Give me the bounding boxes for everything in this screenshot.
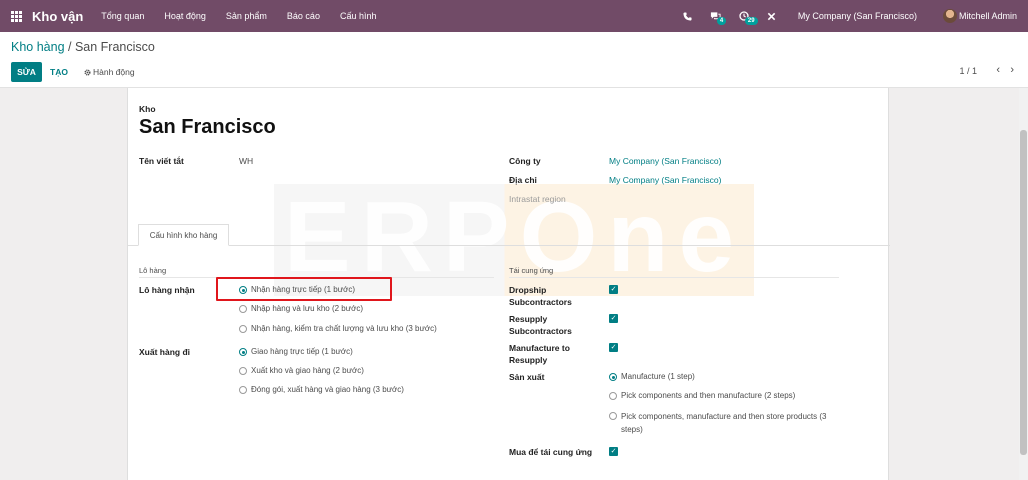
form-sheet: ERPOne Kho San Francisco Tên viết tắt WH…: [127, 88, 890, 480]
pager-next-icon[interactable]: ›: [1010, 64, 1014, 76]
control-panel: Kho hàng / San Francisco SỬA TẠO Hành độ…: [0, 32, 1028, 88]
app-name[interactable]: Kho vận: [32, 9, 83, 24]
company-label: Công ty: [509, 156, 541, 166]
radio-icon: [239, 386, 247, 394]
incoming-option-3-label: Nhận hàng, kiểm tra chất lượng và lưu kh…: [251, 324, 437, 333]
tab-warehouse-configuration[interactable]: Cấu hình kho hàng: [138, 224, 229, 246]
shipments-group-title: Lô hàng: [139, 266, 167, 275]
tabs-divider: [128, 245, 890, 246]
manufacture-option-1-label: Manufacture (1 step): [621, 372, 695, 381]
address-label: Địa chỉ: [509, 175, 537, 185]
outgoing-option-3-label: Đóng gói, xuất hàng và giao hàng (3 bước…: [251, 385, 404, 394]
pager-value[interactable]: 1 / 1: [959, 66, 977, 76]
short-name-value[interactable]: WH: [239, 156, 253, 166]
breadcrumb-warehouses-link[interactable]: Kho hàng: [11, 40, 65, 54]
avatar: [942, 9, 957, 23]
edit-button[interactable]: SỬA: [11, 62, 42, 82]
radio-icon: [609, 392, 617, 400]
breadcrumb-current: San Francisco: [74, 40, 155, 54]
resupply-subcontractors-label-line1: Resupply: [509, 314, 548, 324]
outgoing-option-1[interactable]: Giao hàng trực tiếp (1 bước): [239, 347, 353, 356]
menu-reporting[interactable]: Báo cáo: [287, 11, 320, 21]
address-link[interactable]: My Company (San Francisco): [609, 175, 721, 185]
resupply-subcontractors-checkbox[interactable]: ✓: [609, 314, 618, 323]
manufacture-to-resupply-label-line1: Manufacture to: [509, 343, 570, 353]
top-navbar: Kho vận Tổng quan Hoạt động Sản phẩm Báo…: [0, 0, 1028, 32]
buy-to-resupply-label: Mua để tái cung ứng: [509, 447, 593, 457]
gear-icon: [84, 68, 91, 76]
user-name: Mitchell Admin: [958, 11, 1017, 21]
resupply-group-divider: [509, 277, 839, 278]
close-icon[interactable]: [758, 12, 786, 21]
incoming-option-2-label: Nhập hàng và lưu kho (2 bước): [251, 304, 364, 313]
company-switcher[interactable]: My Company (San Francisco): [798, 11, 917, 21]
menu-products[interactable]: Sản phẩm: [226, 11, 267, 21]
pager-previous-icon[interactable]: ‹: [996, 64, 1000, 76]
manufacture-to-resupply-checkbox[interactable]: ✓: [609, 343, 618, 352]
incoming-option-2[interactable]: Nhập hàng và lưu kho (2 bước): [239, 304, 363, 313]
action-menu-button[interactable]: Hành động: [84, 62, 135, 82]
radio-checked-icon: [239, 348, 247, 356]
manufacture-option-3[interactable]: Pick components, manufacture and then st…: [609, 410, 849, 436]
outgoing-option-1-label: Giao hàng trực tiếp (1 bước): [251, 347, 353, 356]
radio-icon: [239, 325, 247, 333]
messages-icon[interactable]: 4: [702, 11, 730, 25]
phone-icon[interactable]: [674, 11, 702, 21]
manufacture-label: Sản xuất: [509, 372, 545, 382]
incoming-shipments-label: Lô hàng nhận: [139, 285, 195, 295]
resupply-subcontractors-label-line2: Subcontractors: [509, 326, 572, 336]
outgoing-option-3[interactable]: Đóng gói, xuất hàng và giao hàng (3 bước…: [239, 385, 404, 394]
manufacture-option-2-label: Pick components and then manufacture (2 …: [621, 391, 796, 400]
manufacture-option-1[interactable]: Manufacture (1 step): [609, 372, 695, 381]
incoming-option-3[interactable]: Nhận hàng, kiểm tra chất lượng và lưu kh…: [239, 324, 437, 333]
highlight-annotation-box: [216, 277, 392, 301]
activities-clock-icon[interactable]: 29: [730, 11, 758, 25]
apps-menu-icon[interactable]: [0, 0, 32, 32]
record-kind-label: Kho: [139, 104, 156, 114]
radio-icon: [239, 367, 247, 375]
short-name-label: Tên viết tắt: [139, 156, 184, 166]
dropship-subcontractors-checkbox[interactable]: ✓: [609, 285, 618, 294]
dropship-subcontractors-label-line1: Dropship: [509, 285, 547, 295]
intrastat-region-label: Intrastat region: [509, 194, 566, 204]
outgoing-option-2[interactable]: Xuất kho và giao hàng (2 bước): [239, 366, 364, 375]
breadcrumb-separator: /: [64, 40, 75, 54]
action-menu-label: Hành động: [93, 67, 135, 77]
manufacture-to-resupply-label-line2: Resupply: [509, 355, 548, 365]
radio-icon: [239, 305, 247, 313]
resupply-group-title: Tái cung ứng: [509, 266, 554, 275]
menu-configuration[interactable]: Cấu hình: [340, 11, 377, 21]
activities-badge: 29: [744, 17, 758, 25]
create-button[interactable]: TẠO: [50, 62, 68, 82]
menu-operations[interactable]: Hoạt động: [164, 11, 206, 21]
breadcrumb: Kho hàng / San Francisco: [11, 40, 155, 54]
manufacture-option-2[interactable]: Pick components and then manufacture (2 …: [609, 391, 795, 400]
manufacture-option-3-label: Pick components, manufacture and then st…: [621, 412, 827, 434]
dropship-subcontractors-label-line2: Subcontractors: [509, 297, 572, 307]
company-link[interactable]: My Company (San Francisco): [609, 156, 721, 166]
record-title[interactable]: San Francisco: [139, 116, 276, 139]
radio-checked-icon: [609, 373, 617, 381]
messages-badge: 4: [716, 17, 727, 25]
radio-icon: [609, 412, 617, 420]
buy-to-resupply-checkbox[interactable]: ✓: [609, 447, 618, 456]
scrollbar-thumb[interactable]: [1020, 130, 1027, 455]
menu-overview[interactable]: Tổng quan: [101, 11, 144, 21]
outgoing-shipments-label: Xuất hàng đi: [139, 347, 190, 357]
outgoing-option-2-label: Xuất kho và giao hàng (2 bước): [251, 366, 364, 375]
user-menu[interactable]: Mitchell Admin: [942, 9, 1017, 23]
